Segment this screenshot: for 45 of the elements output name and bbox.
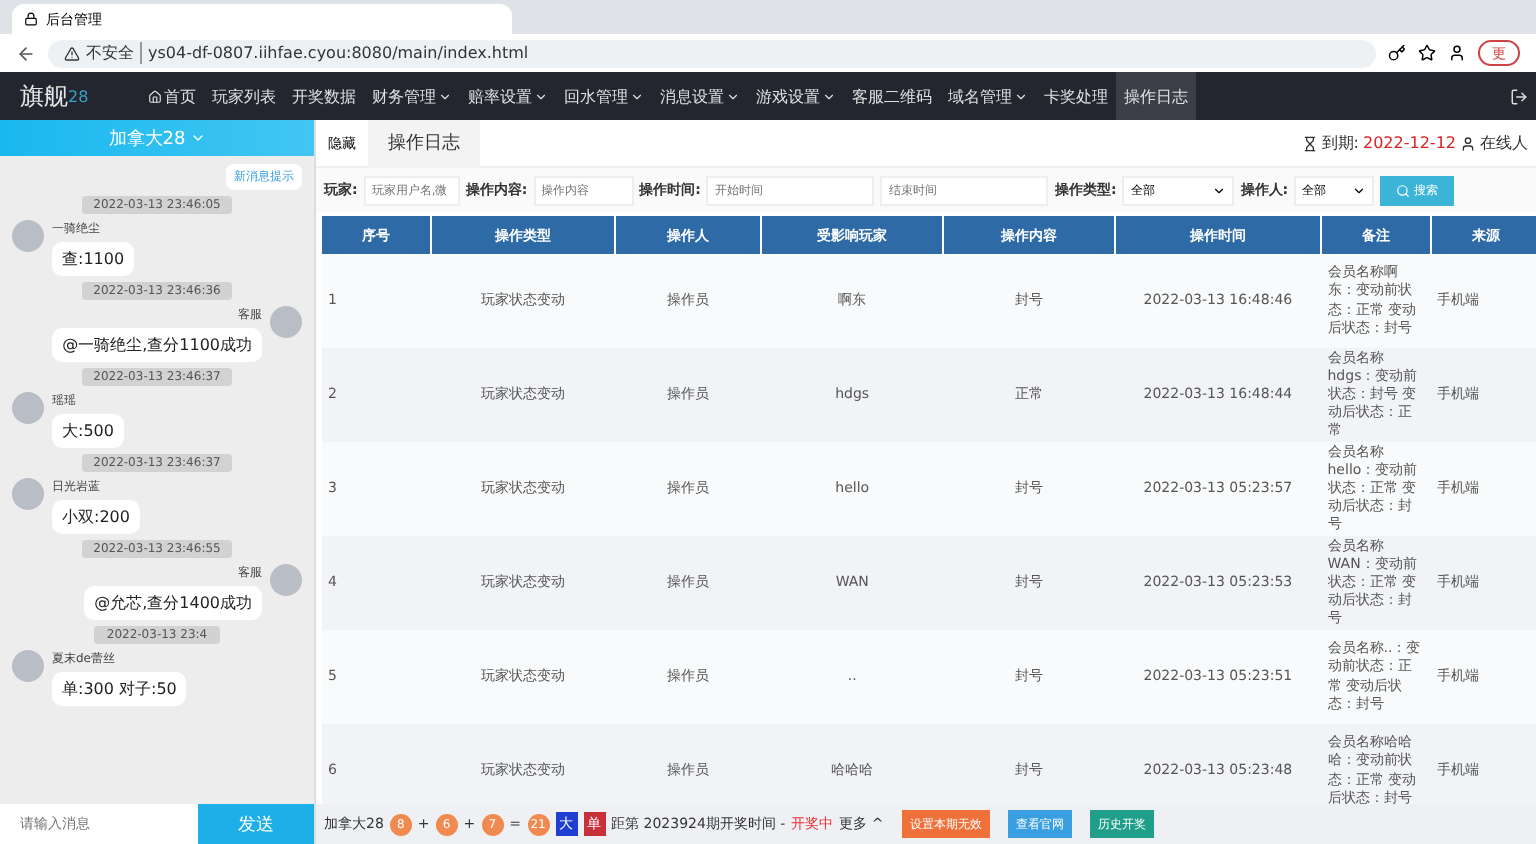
caret-icon: [1212, 183, 1227, 197]
caret-icon: [189, 130, 206, 146]
home-icon: [148, 89, 162, 103]
nav-item[interactable]: 财务管理: [364, 72, 460, 120]
message-bubble: @一骑绝尘,查分1100成功: [52, 328, 262, 362]
logo: 旗舰28: [18, 79, 91, 113]
nav-item[interactable]: 回水管理: [556, 72, 652, 120]
expiry-date: 2022-12-12: [1363, 134, 1456, 152]
nav-item[interactable]: 首页: [140, 72, 204, 120]
message-bubble: 单:300 对子:50: [52, 672, 187, 706]
avatar: [12, 220, 44, 252]
page-tab[interactable]: 操作日志: [368, 119, 480, 167]
nav-item[interactable]: 游戏设置: [748, 72, 844, 120]
nav-item[interactable]: 开奖数据: [284, 72, 364, 120]
nav-item[interactable]: 客服二维码: [844, 72, 940, 120]
message-bubble: 查:1100: [52, 242, 135, 276]
nav-item[interactable]: 域名管理: [940, 72, 1036, 120]
message-bubble: @允芯,查分1400成功: [84, 586, 262, 620]
nav-item[interactable]: 卡奖处理: [1036, 72, 1116, 120]
avatar: [12, 478, 44, 510]
expiry-label: 到期:: [1321, 132, 1359, 154]
avatar: [270, 564, 302, 596]
message-bubble: 小双:200: [52, 500, 140, 534]
online-label: 在线人: [1480, 132, 1528, 154]
avatar: [12, 392, 44, 424]
nav-item[interactable]: 赔率设置: [460, 72, 556, 120]
key-icon[interactable]: [1388, 44, 1406, 62]
logout-icon[interactable]: [1510, 87, 1528, 105]
back-icon[interactable]: [16, 43, 36, 63]
nav-item[interactable]: 消息设置: [652, 72, 748, 120]
nav-item[interactable]: 操作日志: [1116, 72, 1196, 120]
nav-item[interactable]: 玩家列表: [204, 72, 284, 120]
caret-icon: [1352, 183, 1367, 197]
message-bubble: 大:500: [52, 414, 124, 448]
hourglass-icon: [1301, 135, 1318, 151]
security-label: 不安全: [86, 42, 142, 64]
profile-icon[interactable]: [1448, 44, 1466, 62]
address-bar[interactable]: 不安全 ys04-df-0807.iihfae.cyou:8080/main/index.html: [48, 39, 1376, 67]
user-icon: [1460, 135, 1476, 151]
avatar: [270, 306, 302, 338]
avatar: [12, 650, 44, 682]
star-icon[interactable]: [1418, 44, 1436, 62]
search-icon: [1396, 183, 1411, 197]
url-text: ys04-df-0807.iihfae.cyou:8080/main/index.html: [148, 44, 529, 62]
warning-icon: [64, 45, 80, 61]
